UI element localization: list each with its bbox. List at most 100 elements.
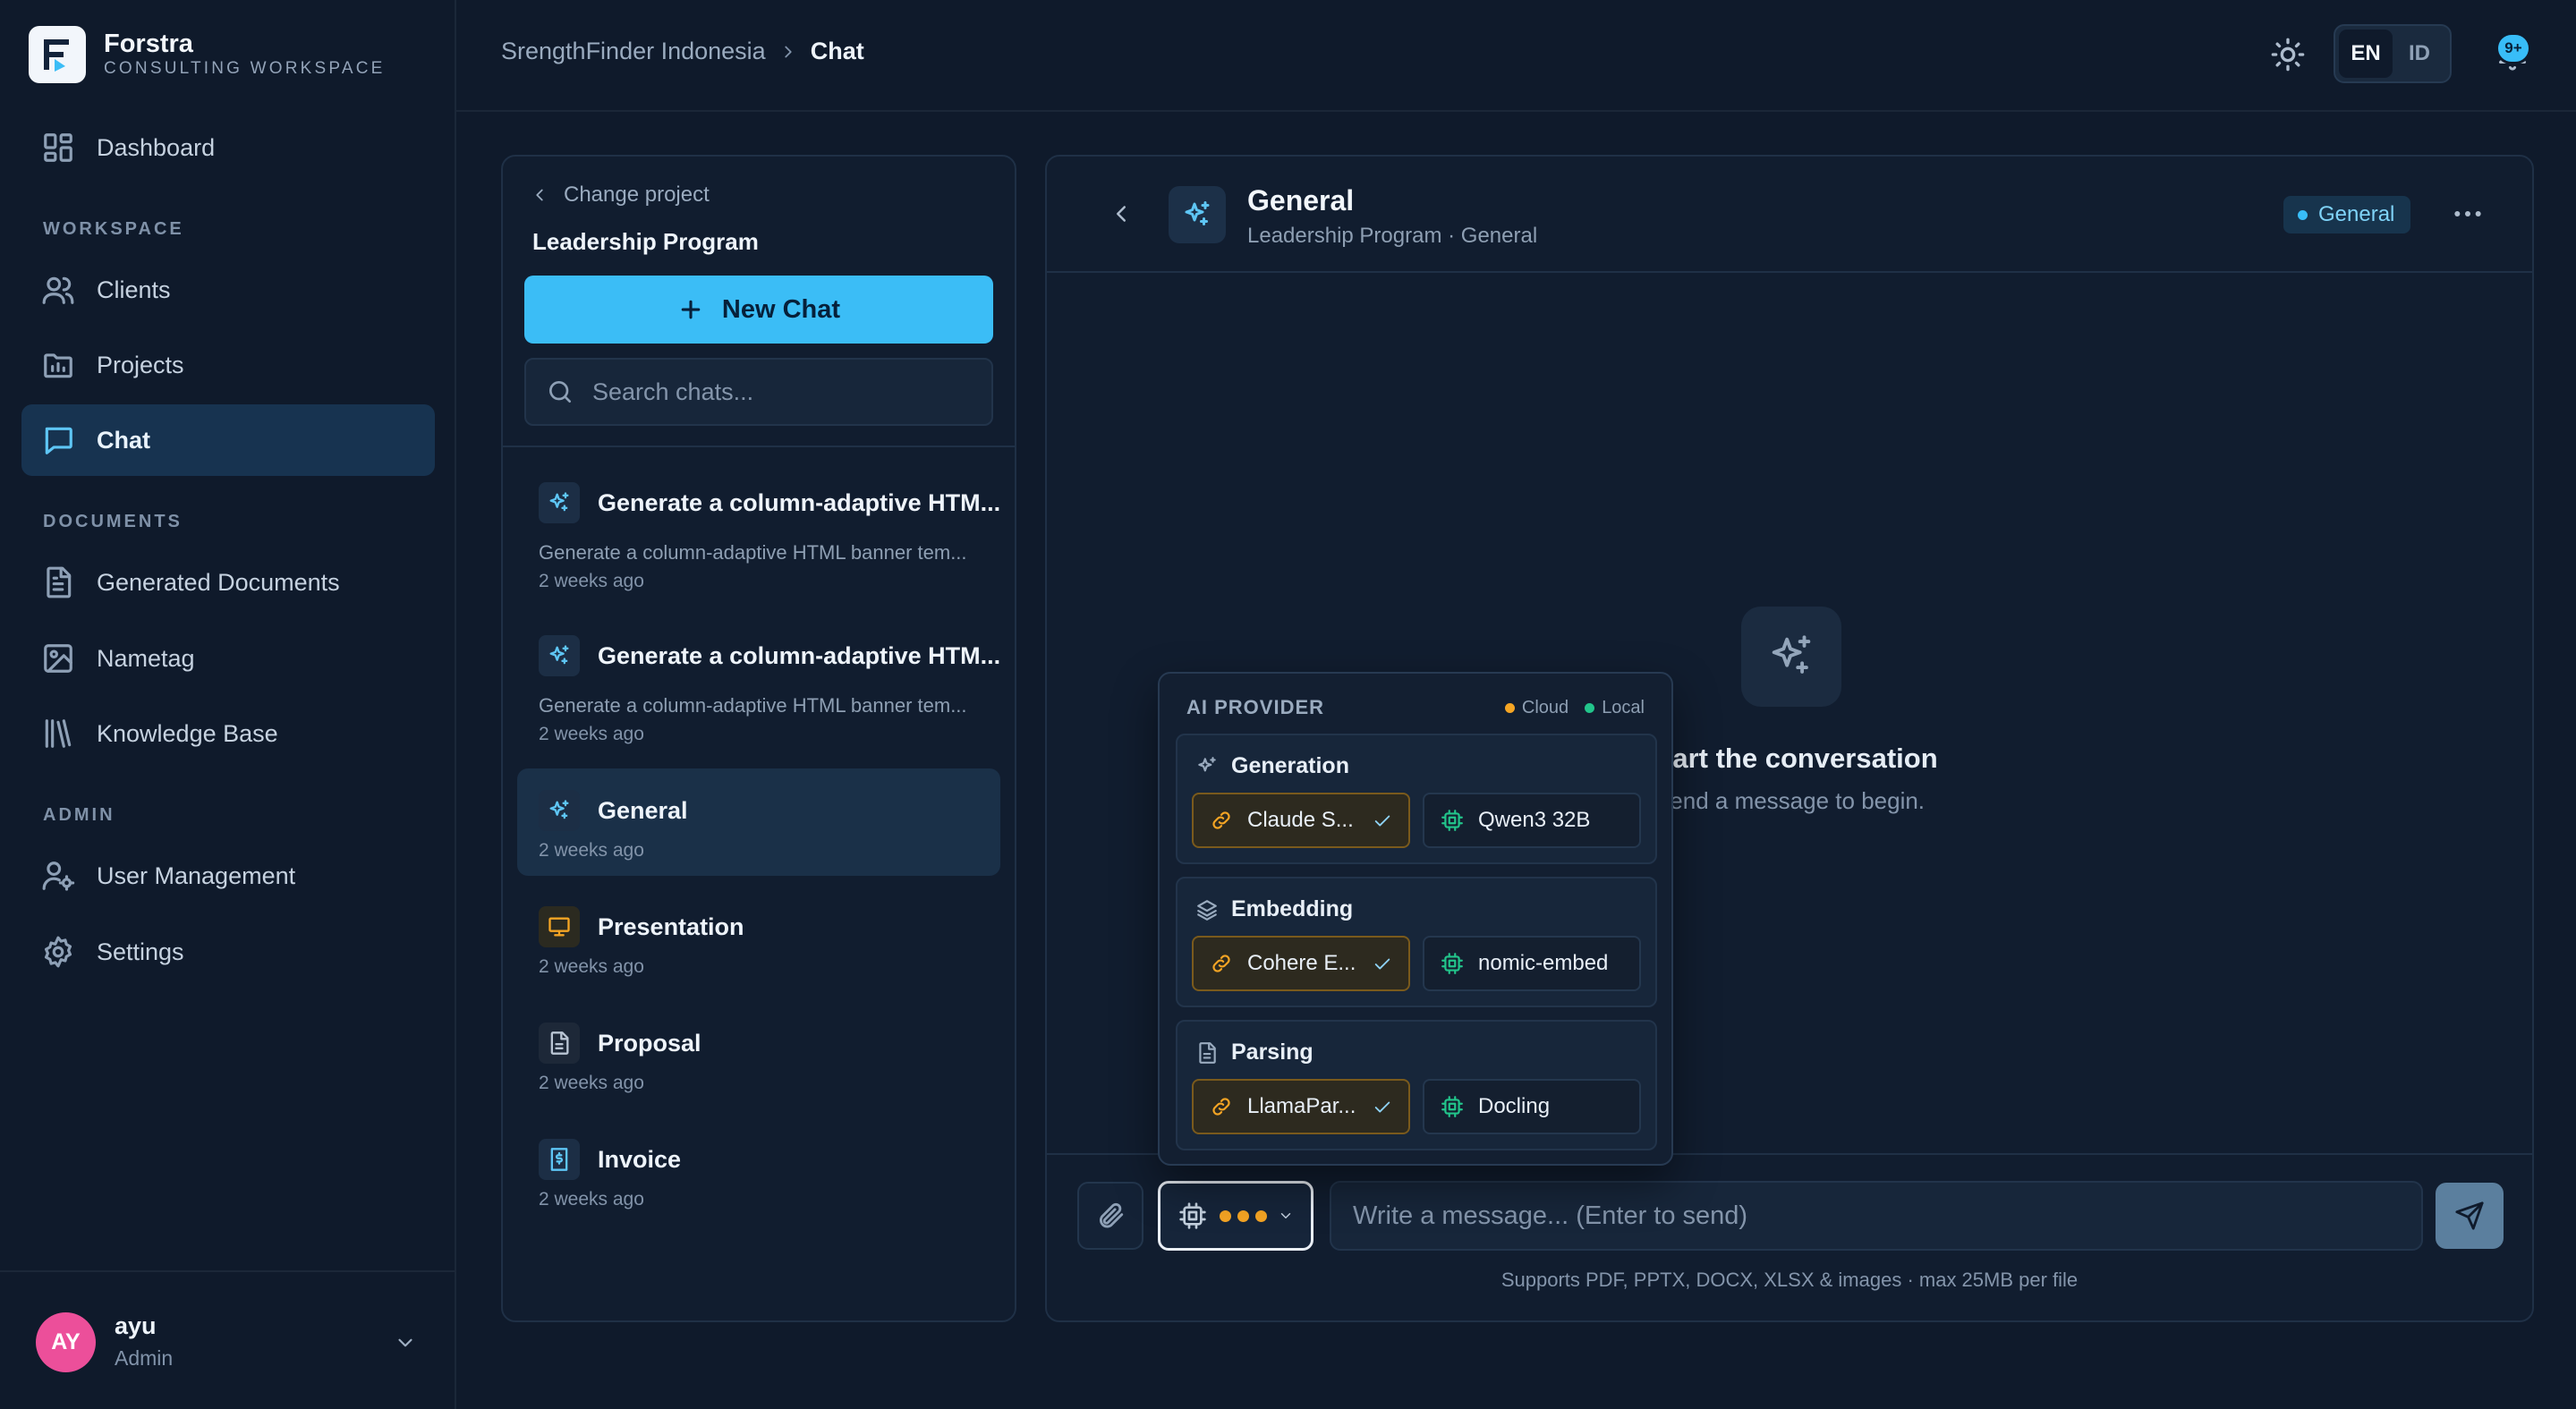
cpu-icon	[1441, 809, 1464, 832]
change-project-label: Change project	[564, 182, 710, 207]
nav-generated-documents[interactable]: Generated Documents	[21, 547, 435, 618]
category-badge: General	[2283, 196, 2411, 233]
chat-list-item[interactable]: Invoice 2 weeks ago	[517, 1117, 1000, 1225]
breadcrumb-root[interactable]: SrengthFinder Indonesia	[501, 38, 766, 65]
chat-time: 2 weeks ago	[539, 840, 644, 861]
group-name: Parsing	[1231, 1040, 1314, 1065]
language-switch: EN ID	[2334, 24, 2452, 83]
sparkles-icon	[1195, 755, 1219, 778]
lang-id-button[interactable]: ID	[2393, 30, 2446, 78]
option-label: LlamaPar...	[1247, 1094, 1356, 1118]
sparkles-icon	[1169, 186, 1226, 243]
topbar: SrengthFinder Indonesia Chat EN ID 9+	[456, 0, 2576, 112]
nav-settings[interactable]: Settings	[21, 916, 435, 988]
option-label: Qwen3 32B	[1478, 808, 1591, 832]
nav-knowledge-base[interactable]: Knowledge Base	[21, 698, 435, 769]
search-input[interactable]	[592, 378, 968, 406]
conversation-header: General Leadership Program · General Gen…	[1047, 157, 2532, 273]
message-input[interactable]	[1353, 1201, 2391, 1231]
local-dot	[1585, 703, 1595, 713]
library-icon	[41, 717, 75, 751]
provider-option-cloud[interactable]: Cohere E...	[1192, 936, 1410, 991]
user-name: ayu	[115, 1312, 157, 1339]
chat-list-item-active[interactable]: General 2 weeks ago	[517, 768, 1000, 876]
section-workspace: WORKSPACE	[43, 219, 184, 239]
gear-icon	[41, 935, 75, 969]
divider	[503, 446, 1015, 447]
chat-title: Proposal	[598, 1030, 701, 1057]
provider-option-cloud[interactable]: LlamaPar...	[1192, 1079, 1410, 1134]
chat-list-item[interactable]: Presentation 2 weeks ago	[517, 885, 1000, 992]
chat-list-item[interactable]: Proposal 2 weeks ago	[517, 1001, 1000, 1108]
project-title: Leadership Program	[532, 228, 759, 255]
nav-nametag[interactable]: Nametag	[21, 623, 435, 694]
option-label: Cohere E...	[1247, 951, 1356, 975]
nav-dashboard[interactable]: Dashboard	[21, 112, 435, 183]
chat-title: Presentation	[598, 913, 744, 940]
provider-option-cloud[interactable]: Claude S...	[1192, 793, 1410, 848]
conversation-subtitle: Leadership Program · General	[1247, 224, 1538, 248]
notification-badge: 9+	[2495, 32, 2531, 64]
group-name: Embedding	[1231, 896, 1354, 921]
sun-icon[interactable]	[2270, 37, 2306, 72]
new-chat-button[interactable]: New Chat	[524, 276, 993, 344]
chat-search	[524, 358, 993, 426]
brand-name: Forstra	[104, 29, 193, 58]
chat-title: Generate a column-adaptive HTM...	[598, 489, 1001, 516]
breadcrumb-current: Chat	[810, 38, 864, 64]
chat-list-panel: Change project Leadership Program New Ch…	[501, 155, 1016, 1322]
nav-nametag-label: Nametag	[97, 644, 195, 672]
provider-option-local[interactable]: Docling	[1423, 1079, 1641, 1134]
user-cog-icon	[41, 859, 75, 893]
nav-clients[interactable]: Clients	[21, 254, 435, 326]
provider-option-local[interactable]: nomic-embed	[1423, 936, 1641, 991]
lang-en-button[interactable]: EN	[2339, 30, 2393, 78]
image-icon	[41, 641, 75, 675]
send-icon	[2454, 1201, 2485, 1231]
brand[interactable]: Forstra CONSULTING WORKSPACE	[29, 26, 386, 83]
cpu-icon	[1441, 952, 1464, 975]
check-icon	[1373, 1098, 1392, 1117]
legend-cloud: Cloud	[1521, 698, 1569, 717]
attach-button[interactable]	[1077, 1182, 1143, 1250]
section-admin: ADMIN	[43, 805, 115, 825]
option-label: Claude S...	[1247, 808, 1354, 832]
users-icon	[41, 273, 75, 307]
chat-preview: Generate a column-adaptive HTML banner t…	[539, 694, 967, 717]
back-icon[interactable]	[1108, 200, 1135, 227]
provider-group-parsing: Parsing LlamaPar... Docling	[1176, 1020, 1657, 1150]
chat-title: General	[598, 797, 688, 824]
nav-user-management[interactable]: User Management	[21, 840, 435, 912]
option-label: Docling	[1478, 1094, 1551, 1118]
chat-time: 2 weeks ago	[539, 724, 644, 744]
nav-generated-documents-label: Generated Documents	[97, 568, 340, 596]
chat-time: 2 weeks ago	[539, 1189, 644, 1210]
file-text-icon	[41, 565, 75, 599]
nav-projects[interactable]: Projects	[21, 329, 435, 401]
nav-user-management-label: User Management	[97, 862, 296, 889]
cpu-icon	[1178, 1201, 1207, 1230]
popover-heading: AI PROVIDER	[1186, 696, 1325, 718]
provider-option-local[interactable]: Qwen3 32B	[1423, 793, 1641, 848]
nav-chat-label: Chat	[97, 426, 150, 454]
chat-list-item[interactable]: Generate a column-adaptive HTM... Genera…	[517, 614, 1000, 757]
chat-list-item[interactable]: Generate a column-adaptive HTM... Genera…	[517, 461, 1000, 604]
chat-preview: Generate a column-adaptive HTML banner t…	[539, 541, 967, 564]
nav-knowledge-base-label: Knowledge Base	[97, 719, 278, 747]
provider-group-embedding: Embedding Cohere E... nomic-embed	[1176, 877, 1657, 1007]
ai-provider-button[interactable]	[1158, 1181, 1314, 1251]
nav-chat[interactable]: Chat	[21, 404, 435, 476]
more-options-icon[interactable]	[2450, 196, 2486, 232]
conversation-title: General	[1247, 184, 1355, 216]
user-menu[interactable]: AY ayu Admin	[0, 1270, 455, 1409]
send-button[interactable]	[2436, 1183, 2504, 1249]
plus-icon	[677, 296, 704, 323]
section-documents: DOCUMENTS	[43, 512, 183, 531]
nav-projects-label: Projects	[97, 351, 184, 378]
breadcrumb: SrengthFinder Indonesia Chat	[501, 38, 864, 65]
check-icon	[1373, 811, 1392, 831]
cloud-link-icon	[1210, 809, 1233, 832]
sparkles-icon	[1741, 607, 1841, 707]
invoice-icon	[539, 1139, 580, 1180]
change-project-link[interactable]: Change project	[530, 182, 710, 208]
